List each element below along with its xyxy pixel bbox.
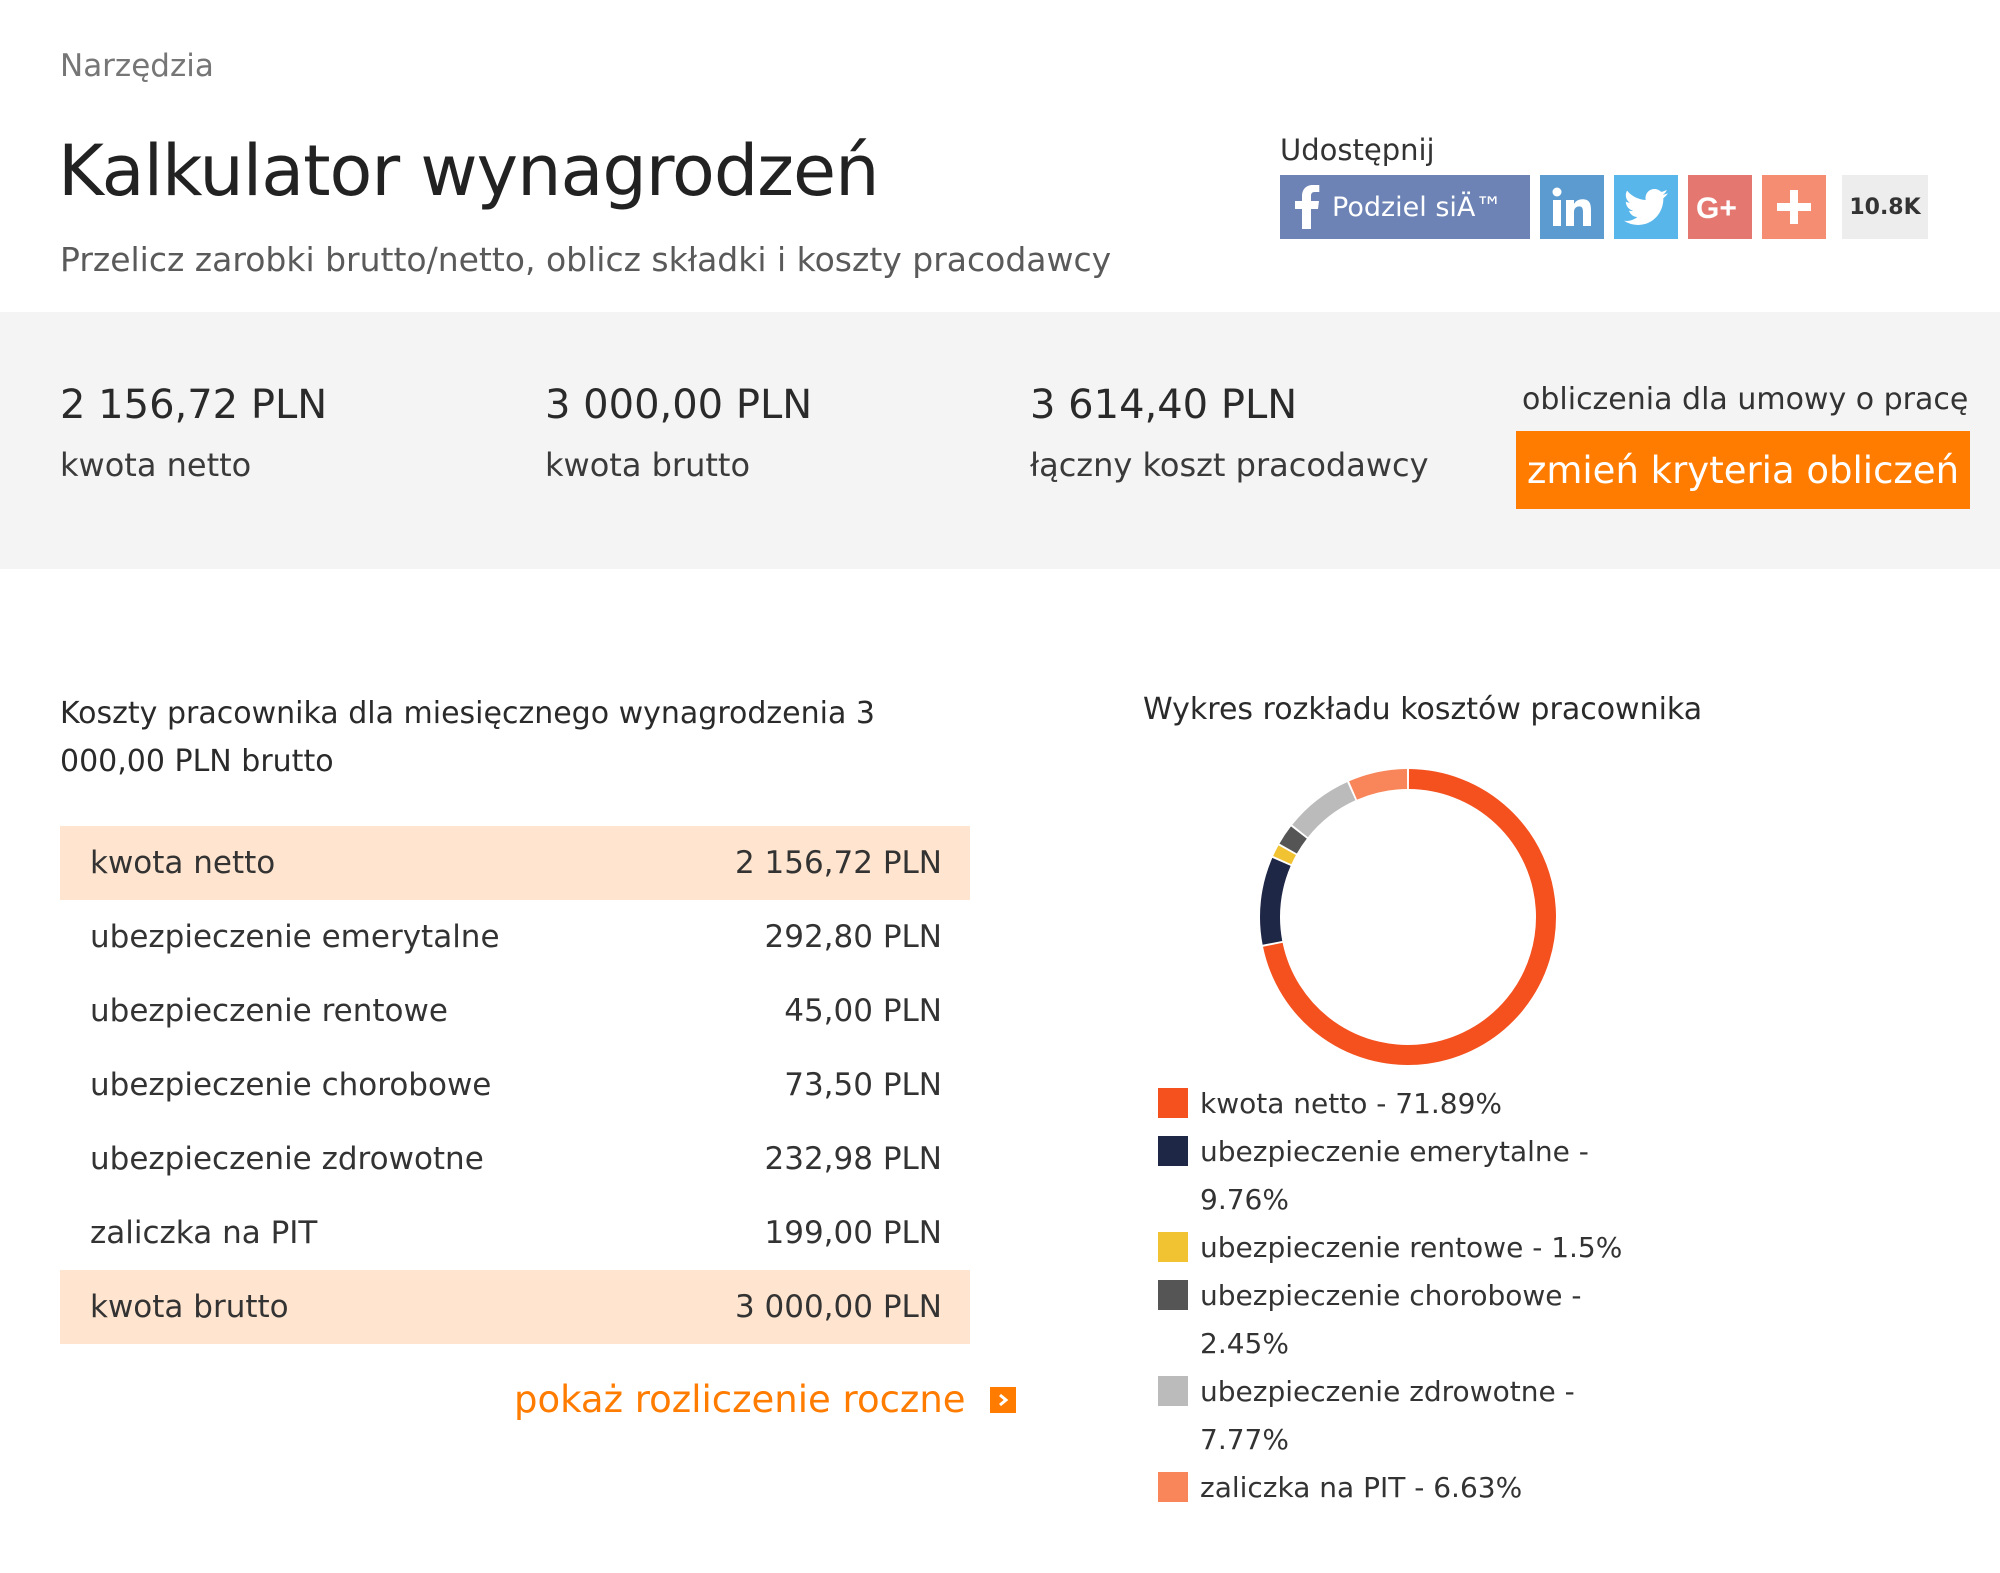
table-row-pit: zaliczka na PIT 199,00 PLN — [60, 1196, 970, 1270]
pie-slice-1[interactable] — [1260, 857, 1291, 945]
table-row-sickness: ubezpieczenie chorobowe 73,50 PLN — [60, 1048, 970, 1122]
more-share-button[interactable] — [1762, 175, 1826, 239]
row-label: zaliczka na PIT — [90, 1215, 318, 1251]
legend-swatch — [1158, 1280, 1188, 1310]
facebook-icon — [1294, 185, 1320, 229]
legend-item-4: ubezpieczenie zdrowotne - 7.77% — [1158, 1368, 1658, 1464]
legend-swatch — [1158, 1376, 1188, 1406]
page-title: Kalkulator wynagrodzeń — [58, 130, 879, 212]
net-amount: 2 156,72 PLN — [60, 382, 328, 428]
legend-swatch — [1158, 1136, 1188, 1166]
facebook-share-label: Podziel siÄ™ — [1332, 191, 1503, 223]
breadcrumb[interactable]: Narzędzia — [60, 48, 214, 84]
row-value: 2 156,72 PLN — [734, 845, 942, 881]
share-count: 10.8K — [1842, 175, 1928, 239]
annual-settlement-label: pokaż rozliczenie roczne — [514, 1378, 966, 1421]
row-value: 3 000,00 PLN — [734, 1289, 942, 1325]
plus-icon — [1777, 190, 1811, 224]
google-plus-share-button[interactable]: G+ — [1688, 175, 1752, 239]
pie-slice-5[interactable] — [1349, 769, 1408, 800]
row-label: ubezpieczenie zdrowotne — [90, 1141, 484, 1177]
summary-employer-cost: 3 614,40 PLN łączny koszt pracodawcy — [1030, 382, 1429, 484]
legend-item-3: ubezpieczenie chorobowe - 2.45% — [1158, 1272, 1658, 1368]
row-value: 45,00 PLN — [784, 993, 942, 1029]
row-label: ubezpieczenie emerytalne — [90, 919, 500, 955]
chart-legend: kwota netto - 71.89% ubezpieczenie emeryt… — [1158, 1080, 1658, 1512]
change-criteria-button[interactable]: zmień kryteria obliczeń — [1516, 431, 1970, 509]
legend-label: zaliczka na PIT - 6.63% — [1200, 1471, 1523, 1504]
employer-cost-amount: 3 614,40 PLN — [1030, 382, 1298, 428]
twitter-share-button[interactable] — [1614, 175, 1678, 239]
pie-slice-4[interactable] — [1292, 782, 1356, 838]
twitter-icon — [1624, 189, 1668, 225]
row-label: kwota brutto — [90, 1289, 289, 1325]
legend-label: kwota netto - 71.89% — [1200, 1087, 1503, 1120]
table-row-gross: kwota brutto 3 000,00 PLN — [60, 1270, 970, 1344]
row-label: ubezpieczenie rentowe — [90, 993, 448, 1029]
legend-item-5: zaliczka na PIT - 6.63% — [1158, 1464, 1658, 1512]
cost-table-title: Koszty pracownika dla miesięcznego wynag… — [60, 696, 875, 779]
table-row-net: kwota netto 2 156,72 PLN — [60, 826, 970, 900]
cost-distribution-donut-chart — [1260, 769, 1556, 1065]
legend-item-1: ubezpieczenie emerytalne - 9.76% — [1158, 1128, 1658, 1224]
row-value: 73,50 PLN — [784, 1067, 942, 1103]
pie-slice-3[interactable] — [1279, 826, 1307, 854]
legend-swatch — [1158, 1472, 1188, 1502]
linkedin-icon — [1552, 187, 1592, 227]
row-value: 232,98 PLN — [764, 1141, 942, 1177]
row-value: 292,80 PLN — [764, 919, 942, 955]
page-subtitle: Przelicz zarobki brutto/netto, oblicz sk… — [60, 240, 1112, 279]
summary-net: 2 156,72 PLN kwota netto — [60, 382, 327, 484]
summary-gross: 3 000,00 PLN kwota brutto — [545, 382, 812, 484]
legend-swatch — [1158, 1232, 1188, 1262]
row-label: ubezpieczenie chorobowe — [90, 1067, 492, 1103]
legend-swatch — [1158, 1088, 1188, 1118]
row-label: kwota netto — [90, 845, 276, 881]
legend-label: ubezpieczenie chorobowe - 2.45% — [1200, 1279, 1582, 1360]
legend-label: ubezpieczenie rentowe - 1.5% — [1200, 1231, 1623, 1264]
table-row-disability: ubezpieczenie rentowe 45,00 PLN — [60, 974, 970, 1048]
table-row-health: ubezpieczenie zdrowotne 232,98 PLN — [60, 1122, 970, 1196]
legend-label: ubezpieczenie emerytalne - 9.76% — [1200, 1135, 1589, 1216]
facebook-share-button[interactable]: Podziel siÄ™ — [1280, 175, 1530, 239]
share-label: Udostępnij — [1280, 133, 1435, 167]
legend-label: ubezpieczenie zdrowotne - 7.77% — [1200, 1375, 1575, 1456]
gross-amount: 3 000,00 PLN — [545, 382, 813, 428]
legend-item-2: ubezpieczenie rentowe - 1.5% — [1158, 1224, 1658, 1272]
pie-slice-2[interactable] — [1273, 845, 1297, 865]
row-value: 199,00 PLN — [764, 1215, 942, 1251]
chart-title: Wykres rozkładu kosztów pracownika — [1143, 692, 1703, 727]
annual-settlement-link[interactable]: pokaż rozliczenie roczne — [514, 1378, 1016, 1421]
employer-cost-label: łączny koszt pracodawcy — [1030, 446, 1429, 484]
gross-label: kwota brutto — [545, 446, 751, 484]
contract-note: obliczenia dla umowy o pracę — [1522, 382, 1969, 417]
legend-item-0: kwota netto - 71.89% — [1158, 1080, 1658, 1128]
cost-table: kwota netto 2 156,72 PLN ubezpieczenie e… — [60, 826, 970, 1344]
table-row-pension: ubezpieczenie emerytalne 292,80 PLN — [60, 900, 970, 974]
svg-text:G+: G+ — [1696, 192, 1737, 222]
share-buttons: Podziel siÄ™ G+ 10.8K — [1280, 175, 1928, 239]
linkedin-share-button[interactable] — [1540, 175, 1604, 239]
chevron-right-icon — [989, 1386, 1016, 1413]
net-label: kwota netto — [60, 446, 252, 484]
google-plus-icon: G+ — [1696, 192, 1744, 222]
summary-panel: 2 156,72 PLN kwota netto 3 000,00 PLN kw… — [0, 312, 2000, 569]
